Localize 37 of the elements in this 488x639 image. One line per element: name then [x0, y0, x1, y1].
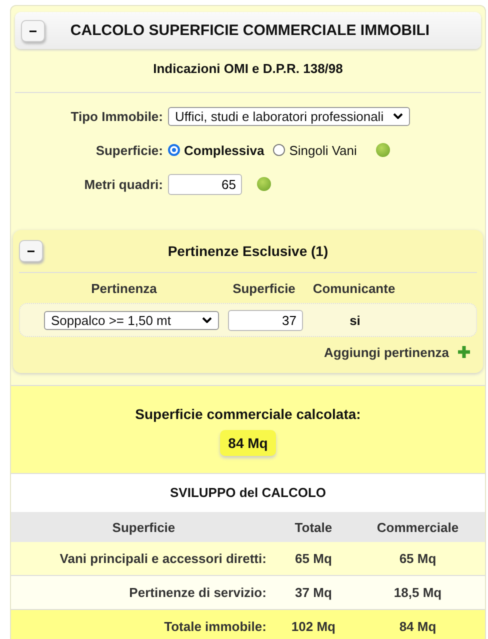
radio-option[interactable]: Singoli Vani — [273, 142, 357, 158]
section-title: SVILUPPO del CALCOLO — [168, 484, 327, 502]
communicating-value: si — [350, 312, 360, 328]
area-input[interactable]: 37 — [228, 310, 302, 331]
plus-icon[interactable] — [457, 345, 471, 360]
field-label: Metri quadri: — [83, 176, 163, 192]
appurtenance-dropdown[interactable]: Soppalco >= 1,50 mt — [44, 310, 219, 330]
field-label: Tipo Immobile: — [70, 108, 163, 124]
collapse-button[interactable]: − — [21, 20, 45, 42]
result-label: Superficie commerciale calcolata: — [135, 406, 361, 422]
column-header: Superficie — [232, 280, 296, 296]
result-value: 84 Mq — [220, 430, 276, 456]
subtitle: Indicazioni OMI e D.P.R. 138/98 — [15, 49, 481, 94]
chevron-down-icon — [202, 317, 212, 324]
table-cell: Pertinenze di servizio: — [11, 576, 276, 610]
table-cell: 84 Mq — [350, 610, 485, 639]
square-meters-input[interactable]: 65 — [168, 174, 242, 195]
property-type-dropdown[interactable]: Uffici, studi e laboratori professionali — [168, 106, 410, 126]
table-cell: Totale immobile: — [11, 610, 276, 639]
table-cell: 102 Mq — [276, 610, 350, 639]
table-cell: 65 Mq — [350, 542, 485, 576]
chevron-down-icon — [393, 113, 403, 120]
section-title: Pertinenze Esclusive (1) — [166, 243, 330, 260]
column-header: Pertinenza — [90, 280, 158, 296]
column-header: Totale — [276, 512, 350, 542]
column-header: Comunicante — [312, 280, 396, 296]
panel-title: CALCOLO SUPERFICIE COMMERCIALE IMMOBILI — [69, 22, 431, 40]
column-header: Commerciale — [350, 512, 485, 542]
table-cell: 18,5 Mq — [350, 576, 485, 610]
field-label: Superficie: — [94, 142, 163, 158]
column-header: Superficie — [11, 512, 276, 542]
table-cell: Vani principali e accessori diretti: — [11, 542, 276, 576]
collapse-button[interactable]: − — [19, 240, 43, 262]
radio-option[interactable]: Complessiva — [168, 142, 264, 158]
table-cell: 65 Mq — [276, 542, 350, 576]
table-cell: 37 Mq — [276, 576, 350, 610]
add-appurtenance-link[interactable]: Aggiungi pertinenza — [324, 344, 449, 360]
